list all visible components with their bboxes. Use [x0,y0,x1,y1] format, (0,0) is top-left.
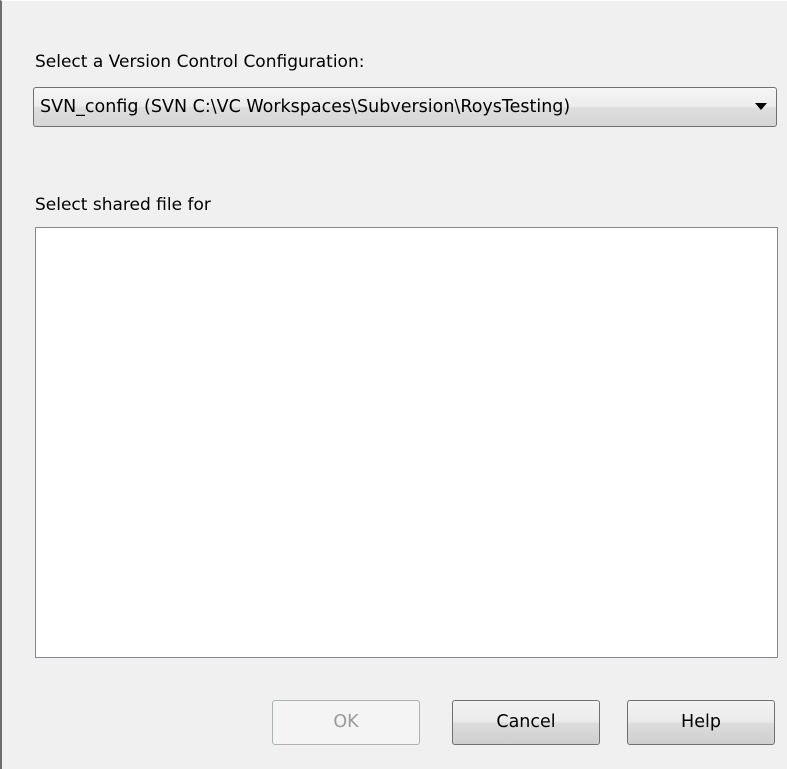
shared-file-label: Select shared file for [35,195,211,215]
version-control-dialog: Select a Version Control Configuration: … [0,0,787,769]
config-select[interactable]: SVN_config (SVN C:\VC Workspaces\Subvers… [33,87,777,127]
ok-button[interactable]: OK [272,700,420,745]
shared-file-list[interactable] [35,227,778,658]
help-button[interactable]: Help [627,700,775,745]
config-select-value: SVN_config (SVN C:\VC Workspaces\Subvers… [40,97,571,117]
config-label: Select a Version Control Configuration: [35,52,365,72]
chevron-down-icon[interactable] [755,103,767,110]
cancel-button[interactable]: Cancel [452,700,600,745]
